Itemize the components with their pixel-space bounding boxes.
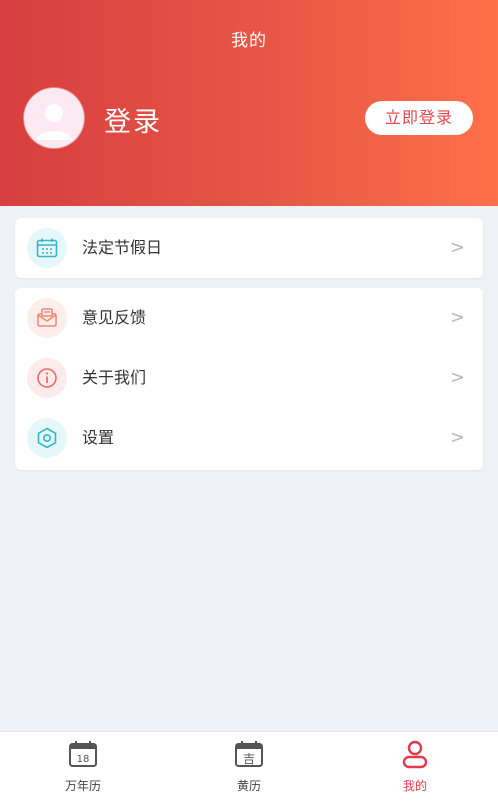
tab-calendar[interactable]: 18 万年历 — [0, 732, 166, 801]
chevron-right-icon: > — [449, 367, 465, 388]
login-now-button[interactable]: 立即登录 — [365, 101, 473, 135]
feedback-icon-bg — [27, 298, 67, 338]
menu-item-feedback-label: 意见反馈 — [82, 308, 147, 327]
almanac-icon-char: 吉 — [243, 752, 255, 766]
user-icon — [402, 740, 428, 769]
login-prompt[interactable]: 登录 — [104, 100, 162, 139]
bottom-tab-bar: 18 万年历 吉 黄历 我的 — [0, 731, 498, 801]
menu-item-about-label: 关于我们 — [82, 368, 147, 387]
almanac-icon: 吉 — [235, 741, 263, 767]
calendar-icon-date: 18 — [77, 754, 90, 765]
tab-mine[interactable]: 我的 — [332, 732, 498, 801]
about-icon-bg — [27, 358, 67, 398]
tab-almanac-label: 黄历 — [236, 779, 261, 793]
chevron-right-icon: > — [449, 237, 465, 258]
chevron-right-icon: > — [449, 427, 465, 448]
menu-item-feedback[interactable]: 意见反馈 > — [15, 288, 483, 348]
calendar-icon — [36, 238, 58, 258]
settings-icon-bg — [27, 418, 67, 458]
calendar-18-icon: 18 — [69, 741, 97, 767]
gear-icon — [37, 427, 57, 449]
settings-card: 意见反馈 > 关于我们 > 设置 > — [15, 288, 483, 470]
tab-calendar-label: 万年历 — [64, 779, 101, 793]
chevron-right-icon: > — [449, 307, 465, 328]
info-icon — [37, 368, 57, 388]
menu-item-settings-label: 设置 — [82, 428, 115, 447]
tab-almanac[interactable]: 吉 黄历 — [166, 732, 332, 801]
profile-header: 我的 登录 立即登录 — [0, 0, 498, 206]
avatar[interactable] — [24, 88, 84, 148]
menu-item-settings[interactable]: 设置 > — [15, 408, 483, 468]
holiday-card: 法定节假日 > — [15, 218, 483, 278]
holiday-icon-bg — [27, 228, 67, 268]
menu-item-holiday-label: 法定节假日 — [82, 238, 163, 257]
user-avatar-icon — [36, 104, 72, 140]
menu-item-holiday[interactable]: 法定节假日 > — [15, 218, 483, 278]
tab-mine-label: 我的 — [402, 779, 427, 793]
mail-feedback-icon — [37, 308, 57, 327]
menu-item-about[interactable]: 关于我们 > — [15, 348, 483, 408]
page-title: 我的 — [231, 31, 267, 51]
